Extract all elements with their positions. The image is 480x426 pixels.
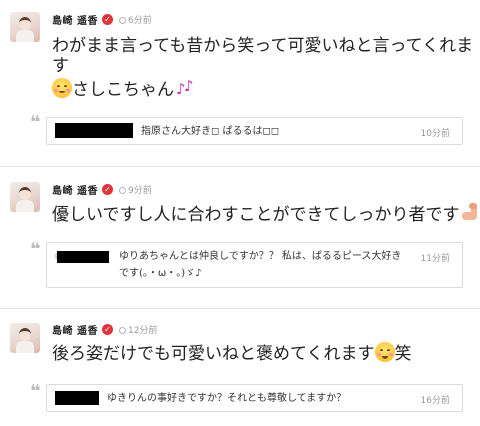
- post-2: 島崎 遥香 ✓ 9分前 優しいですし人に合わすことができてしっかり者です ❝ ゆ…: [0, 167, 480, 308]
- quote-icon: ❝: [30, 381, 41, 402]
- comment-text-line-2: です(。・ω・。)ゞ♪: [119, 268, 202, 279]
- redacted-commenter-name: [57, 251, 109, 263]
- avatar-face: [19, 17, 31, 30]
- comment-time: 10分前: [420, 129, 450, 139]
- post-text-line-3-label: さしこちゃん: [72, 80, 174, 100]
- grinning-face-emoji-icon: [374, 342, 395, 362]
- avatar-face: [19, 187, 31, 200]
- comment-box: ゆりあちゃんとは仲良しですか？？ 私は、ぱるるピース大好き です(。・ω・。)ゞ…: [46, 242, 463, 288]
- post-time-label: 6分前: [127, 15, 152, 26]
- avatar-body: [16, 200, 34, 212]
- clock-icon: [118, 16, 126, 24]
- comment-text: ゆきりんの事好きですか？それとも尊敬してますか？: [107, 393, 347, 404]
- post-time[interactable]: 12分前: [118, 323, 158, 336]
- post-text-line-1: わがまま言っても昔から笑って可愛いねと言ってくれま: [52, 36, 474, 56]
- post-1: 島崎 遥香 ✓ 6分前 わがまま言っても昔から笑って可愛いねと言ってくれま す …: [0, 0, 480, 166]
- post-text-line-3: さしこちゃん ♪ ♪: [52, 78, 196, 102]
- clock-icon: [118, 326, 126, 334]
- post-time-label: 9分前: [127, 185, 152, 196]
- comment-box: 指原さん大好き◻︎ ぱるるは◻︎◻︎ 10分前: [46, 117, 463, 145]
- author-name[interactable]: 島崎 遥香: [52, 322, 98, 337]
- comment-text: 指原さん大好き◻︎ ぱるるは◻︎◻︎: [141, 126, 280, 137]
- post-meta: 島崎 遥香 ✓ 12分前: [52, 322, 158, 337]
- avatar[interactable]: [10, 182, 40, 212]
- redacted-commenter-name: [55, 123, 133, 138]
- avatar[interactable]: [10, 12, 40, 42]
- comment-time: 16分前: [420, 396, 450, 406]
- musical-notes-emoji-icon: ♪ ♪: [176, 77, 194, 98]
- comment-time: 11分前: [420, 254, 450, 264]
- post-text-line-1: 後ろ姿だけでも可愛いねと褒めてくれます笑: [52, 342, 412, 366]
- post-text-line-1: 優しいですし人に合わすことができてしっかり者です: [52, 203, 480, 227]
- avatar-body: [16, 30, 34, 42]
- post-time[interactable]: 9分前: [118, 183, 152, 196]
- post-meta: 島崎 遥香 ✓ 6分前: [52, 12, 152, 27]
- post-meta: 島崎 遥香 ✓ 9分前: [52, 182, 152, 197]
- post-text-line-1-label: 優しいですし人に合わすことができてしっかり者です: [52, 205, 460, 225]
- quote-icon: ❝: [30, 239, 41, 260]
- clock-icon: [118, 186, 126, 194]
- avatar-face: [19, 328, 31, 341]
- post-text-line-1-label: 後ろ姿だけでも可愛いねと褒めてくれます: [52, 344, 375, 364]
- redacted-commenter-name: [55, 391, 99, 405]
- post-text-line-2: す: [52, 56, 69, 76]
- verified-icon: ✓: [101, 13, 113, 25]
- author-name[interactable]: 島崎 遥香: [52, 182, 98, 197]
- post-time[interactable]: 6分前: [118, 13, 152, 26]
- author-name[interactable]: 島崎 遥香: [52, 12, 98, 27]
- smiling-face-emoji-icon: [52, 78, 72, 98]
- comment-text-line-1: ゆりあちゃんとは仲良しですか？？ 私は、ぱるるピース大好き: [119, 251, 402, 262]
- comment-box: ゆきりんの事好きですか？それとも尊敬してますか？ 16分前: [46, 384, 463, 412]
- avatar[interactable]: [10, 323, 40, 353]
- flexed-biceps-emoji-icon: [460, 203, 480, 223]
- avatar-body: [16, 341, 34, 353]
- post-time-label: 12分前: [127, 325, 158, 336]
- quote-icon: ❝: [30, 112, 41, 133]
- verified-icon: ✓: [101, 183, 113, 195]
- post-text-suffix: 笑: [394, 344, 412, 364]
- verified-icon: ✓: [101, 323, 113, 335]
- post-3: 島崎 遥香 ✓ 12分前 後ろ姿だけでも可愛いねと褒めてくれます笑 ❝ ゆきりん…: [0, 309, 480, 426]
